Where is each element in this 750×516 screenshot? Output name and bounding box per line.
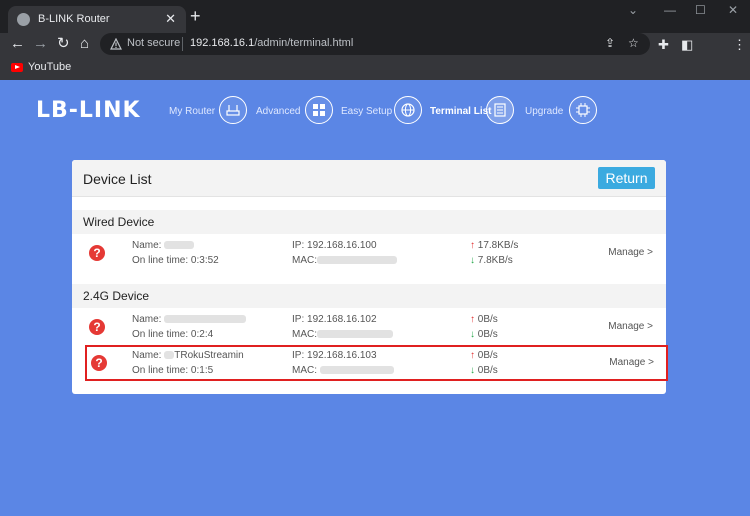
- device-name: Name:: [132, 314, 247, 325]
- manage-link[interactable]: Manage >: [608, 321, 653, 332]
- divider: [182, 37, 183, 51]
- list-icon[interactable]: [486, 96, 514, 124]
- tab-bar: B-LINK Router ✕ + ⌄ — ☐ ✕: [0, 0, 750, 33]
- section-title: 2.4G Device: [83, 289, 150, 303]
- nav-upgrade[interactable]: Upgrade: [525, 106, 563, 117]
- browser-chrome: B-LINK Router ✕ + ⌄ — ☐ ✕ ← → ↻ ⌂ Not se…: [0, 0, 750, 80]
- star-icon[interactable]: ☆: [628, 36, 639, 50]
- grid-icon[interactable]: [305, 96, 333, 124]
- device-list-panel: Device List Return Wired Device ? Name: …: [72, 160, 668, 394]
- device-row: ? Name: On line time: 0:2:4 IP: 192.168.…: [72, 309, 666, 345]
- warning-icon: [110, 38, 122, 50]
- device-name: Name: TRokuStreamin: [132, 350, 244, 361]
- device-online-time: On line time: 0:2:4: [132, 329, 214, 340]
- nav-advanced[interactable]: Advanced: [256, 106, 300, 117]
- address-bar[interactable]: Not secure 192.168.16.1/admin/terminal.h…: [100, 33, 650, 55]
- redacted-name: [164, 351, 175, 360]
- maximize-icon[interactable]: ☐: [695, 3, 706, 17]
- section-title: Wired Device: [83, 215, 155, 229]
- new-tab-button[interactable]: +: [190, 7, 201, 25]
- download-arrow-icon: ↓: [470, 365, 475, 376]
- download-speed: ↓ 7.8KB/s: [470, 255, 513, 266]
- browser-tab[interactable]: B-LINK Router ✕: [8, 6, 186, 33]
- chevron-down-icon[interactable]: ⌄: [628, 3, 638, 17]
- reload-icon[interactable]: ↻: [57, 36, 70, 52]
- manage-link[interactable]: Manage >: [608, 247, 653, 258]
- device-mac: MAC:: [292, 329, 393, 340]
- panel-header: Device List Return: [72, 160, 666, 197]
- manage-link[interactable]: Manage >: [609, 357, 654, 368]
- not-secure-label: Not secure: [127, 37, 181, 49]
- nav-easy-setup[interactable]: Easy Setup: [341, 106, 392, 117]
- redacted-name: [164, 241, 195, 250]
- wired-section-header: Wired Device: [72, 210, 666, 234]
- redacted-mac: [317, 330, 393, 339]
- unknown-device-icon: ?: [89, 319, 105, 335]
- download-speed: ↓ 0B/s: [470, 329, 498, 340]
- brand-logo: LB-LINK: [36, 98, 141, 123]
- device-ip: IP: 192.168.16.102: [292, 314, 377, 325]
- sidepanel-icon[interactable]: ◧: [681, 37, 693, 53]
- device-row-highlighted: ? Name: TRokuStreamin On line time: 0:1:…: [85, 345, 668, 381]
- upload-speed: ↑ 0B/s: [470, 350, 498, 361]
- globe-icon: [17, 13, 30, 26]
- upload-speed: ↑ 17.8KB/s: [470, 240, 519, 251]
- forward-icon[interactable]: →: [33, 36, 48, 52]
- device-row: ? Name: On line time: 0:3:52 IP: 192.168…: [72, 235, 666, 271]
- device-mac: MAC:: [292, 255, 397, 266]
- panel-title: Device List: [83, 171, 152, 187]
- bookmarks-bar: YouTube: [0, 57, 750, 80]
- share-icon[interactable]: ⇪: [605, 36, 615, 50]
- extensions-icon[interactable]: ✚: [658, 37, 669, 53]
- window-close-icon[interactable]: ✕: [728, 3, 738, 17]
- toolbar: ← → ↻ ⌂ Not secure 192.168.16.1/admin/te…: [0, 33, 750, 57]
- device-ip: IP: 192.168.16.100: [292, 240, 377, 251]
- wifi-section-header: 2.4G Device: [72, 284, 666, 308]
- upload-arrow-icon: ↑: [470, 350, 475, 361]
- return-button[interactable]: Return: [598, 167, 655, 189]
- url-text[interactable]: 192.168.16.1/admin/terminal.html: [190, 37, 353, 49]
- router-icon[interactable]: [219, 96, 247, 124]
- device-name: Name:: [132, 240, 195, 251]
- redacted-name: [164, 315, 247, 324]
- minimize-icon[interactable]: —: [664, 3, 676, 17]
- upload-arrow-icon: ↑: [470, 314, 475, 325]
- device-ip: IP: 192.168.16.103: [292, 350, 377, 361]
- nav-my-router[interactable]: My Router: [169, 106, 215, 117]
- bookmark-youtube[interactable]: YouTube: [28, 61, 71, 73]
- redacted-mac: [317, 256, 397, 265]
- unknown-device-icon: ?: [89, 245, 105, 261]
- upload-arrow-icon: ↑: [470, 240, 475, 251]
- download-speed: ↓ 0B/s: [470, 365, 498, 376]
- globe-icon[interactable]: [394, 96, 422, 124]
- close-icon[interactable]: ✕: [165, 11, 176, 27]
- chip-icon[interactable]: [569, 96, 597, 124]
- download-arrow-icon: ↓: [470, 329, 475, 340]
- menu-icon[interactable]: ⋮: [733, 37, 746, 53]
- device-online-time: On line time: 0:1:5: [132, 365, 214, 376]
- redacted-mac: [319, 366, 394, 375]
- download-arrow-icon: ↓: [470, 255, 475, 266]
- nav-terminal-list[interactable]: Terminal List: [430, 106, 492, 117]
- youtube-icon: [11, 63, 23, 72]
- back-icon[interactable]: ←: [10, 36, 25, 52]
- unknown-device-icon: ?: [91, 355, 107, 371]
- device-mac: MAC:: [292, 365, 394, 376]
- device-online-time: On line time: 0:3:52: [132, 255, 219, 266]
- home-icon[interactable]: ⌂: [80, 36, 89, 52]
- upload-speed: ↑ 0B/s: [470, 314, 498, 325]
- tab-title: B-LINK Router: [38, 13, 110, 25]
